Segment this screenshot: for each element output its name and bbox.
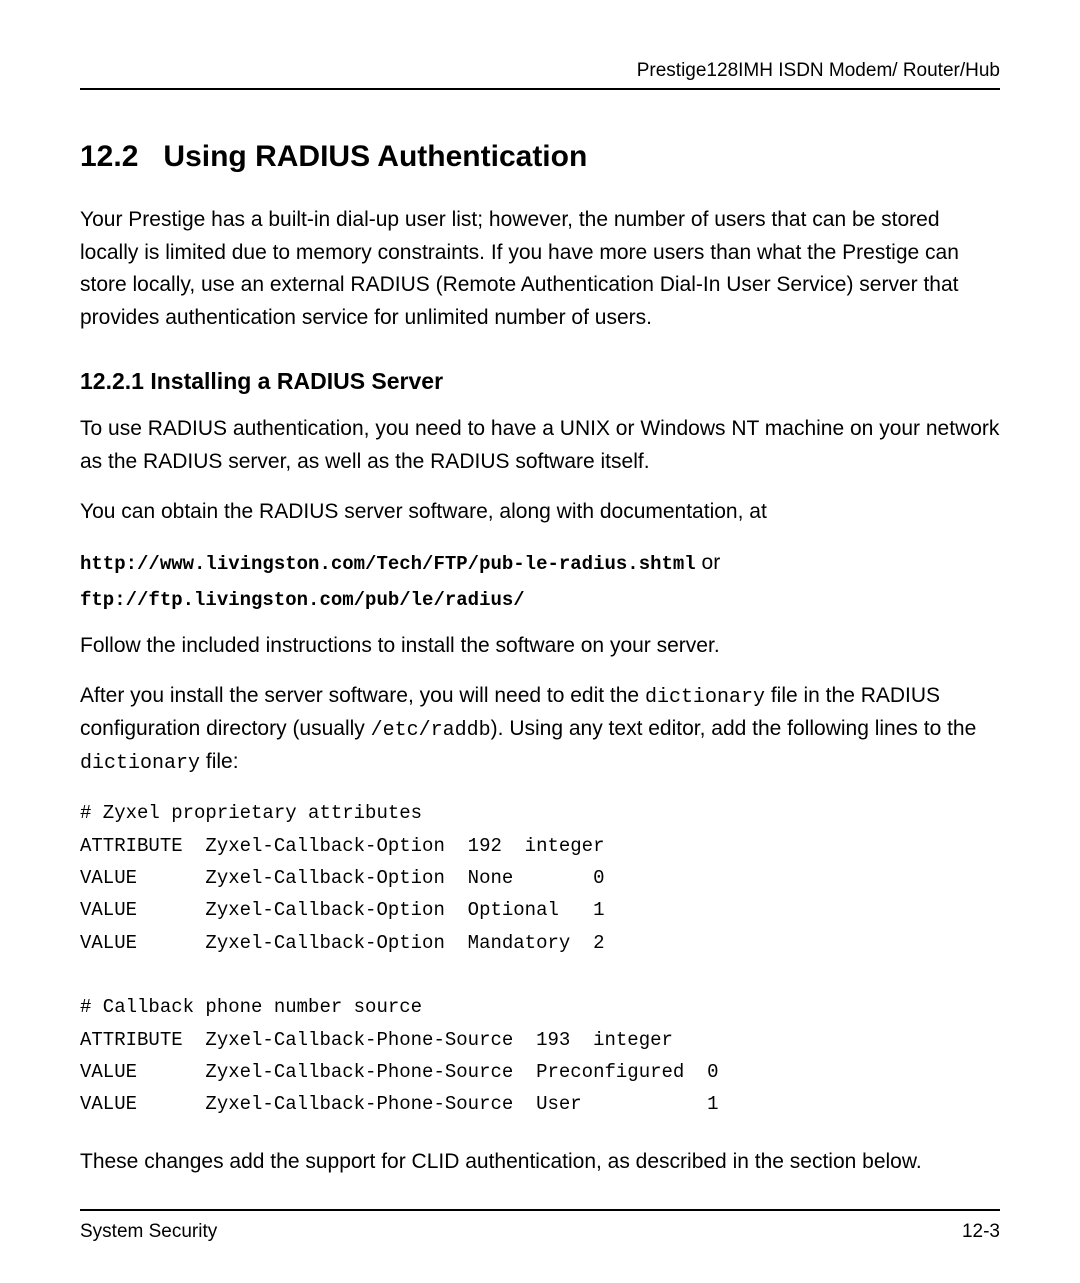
or-text: or xyxy=(702,551,721,574)
paragraph-1: To use RADIUS authentication, you need t… xyxy=(80,413,1000,478)
footer-left: System Security xyxy=(80,1221,217,1243)
inline-code-dictionary-1: dictionary xyxy=(645,686,765,709)
paragraph-3: Follow the included instructions to inst… xyxy=(80,630,1000,663)
page-footer: System Security 12-3 xyxy=(80,1209,1000,1243)
p4-end: file: xyxy=(200,750,239,773)
p4-mid2: ). Using any text editor, add the follow… xyxy=(491,717,977,740)
inline-code-dictionary-2: dictionary xyxy=(80,752,200,775)
url-1[interactable]: http://www.livingston.com/Tech/FTP/pub-l… xyxy=(80,553,696,575)
page-container: Prestige128IMH ISDN Modem/ Router/Hub 12… xyxy=(0,0,1080,1283)
footer-right: 12-3 xyxy=(962,1221,1000,1243)
url-line-1: http://www.livingston.com/Tech/FTP/pub-l… xyxy=(80,547,1000,580)
paragraph-4: After you install the server software, y… xyxy=(80,680,1000,779)
running-header: Prestige128IMH ISDN Modem/ Router/Hub xyxy=(80,60,1000,90)
section-title: Using RADIUS Authentication xyxy=(163,140,587,173)
intro-paragraph: Your Prestige has a built-in dial-up use… xyxy=(80,204,1000,334)
p4-pre: After you install the server software, y… xyxy=(80,684,645,707)
closing-paragraph: These changes add the support for CLID a… xyxy=(80,1146,1000,1179)
inline-code-raddb: /etc/raddb xyxy=(371,719,491,742)
section-number: 12.2 xyxy=(80,140,138,173)
dictionary-code-block: # Zyxel proprietary attributes ATTRIBUTE… xyxy=(80,797,1000,1120)
paragraph-2: You can obtain the RADIUS server softwar… xyxy=(80,496,1000,529)
section-heading: 12.2 Using RADIUS Authentication xyxy=(80,140,1000,174)
url-2[interactable]: ftp://ftp.livingston.com/pub/le/radius/ xyxy=(80,589,525,611)
subsection-heading: 12.2.1 Installing a RADIUS Server xyxy=(80,368,1000,395)
url-line-2: ftp://ftp.livingston.com/pub/le/radius/ xyxy=(80,583,1000,616)
